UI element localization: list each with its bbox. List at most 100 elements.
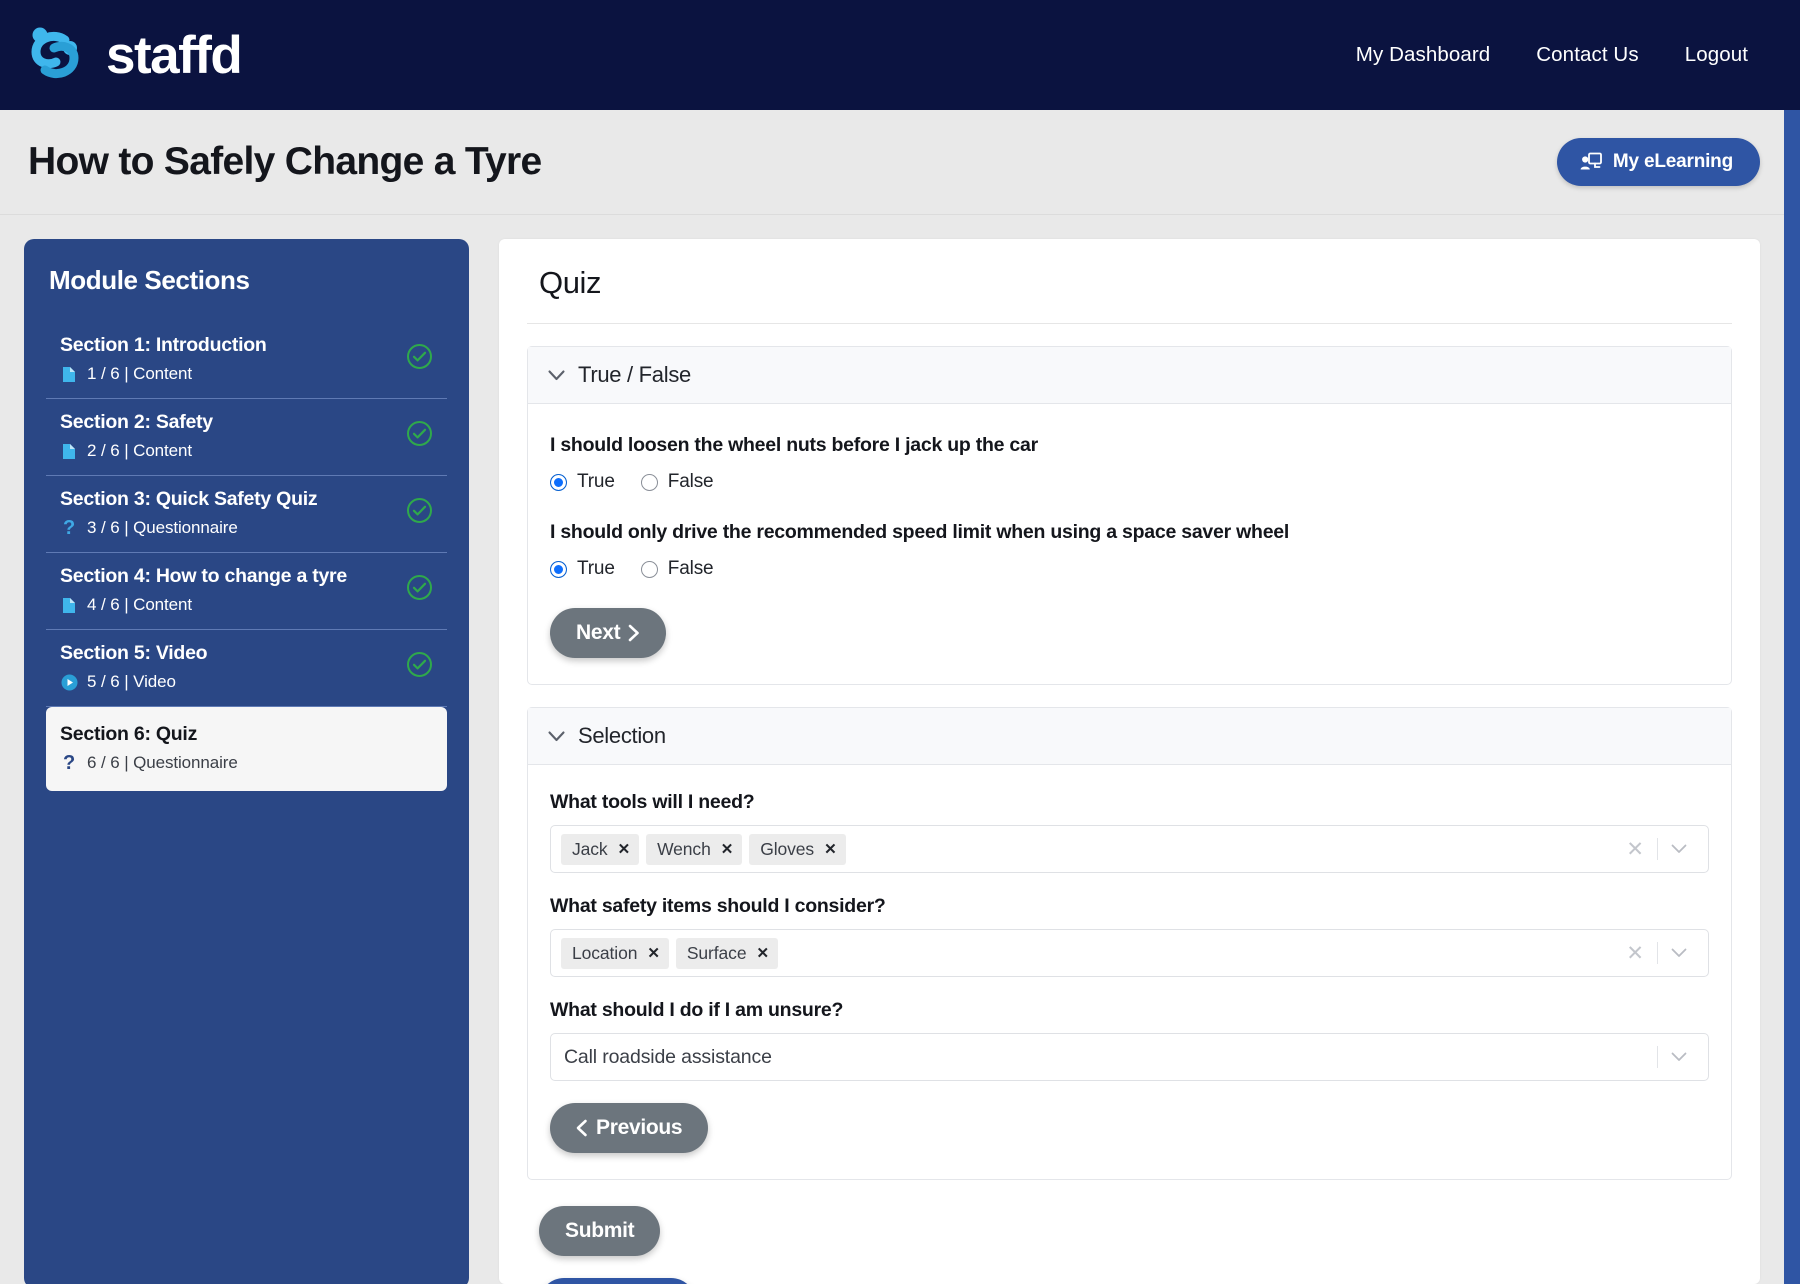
completed-check-icon — [406, 420, 433, 452]
footer-previous-button[interactable]: Previous — [539, 1278, 697, 1284]
tag-remove-icon[interactable]: ✕ — [618, 840, 631, 858]
page-scrollbar-thumb[interactable] — [1784, 110, 1800, 1284]
sidebar-item-section-6[interactable]: Section 6: Quiz ? 6 / 6 | Questionnaire — [46, 707, 447, 791]
sidebar-item-section-4[interactable]: Section 4: How to change a tyre 4 / 6 | … — [46, 553, 447, 630]
section-name: Section 3: Quick Safety Quiz — [60, 488, 318, 510]
nav-links: My Dashboard Contact Us Logout — [1356, 43, 1748, 67]
dropdown-chevron-icon[interactable] — [1658, 948, 1700, 958]
section-meta: ? 3 / 6 | Questionnaire — [60, 518, 317, 538]
selection-card-header[interactable]: Selection — [528, 708, 1731, 765]
question-1-radio-group: True False — [550, 471, 1709, 493]
tag-item[interactable]: Location ✕ — [561, 937, 669, 969]
tag-label: Gloves — [760, 838, 815, 859]
tools-selected-tags: Jack ✕ Wench ✕ Gloves ✕ — [561, 833, 1607, 865]
presentation-person-icon — [1580, 152, 1602, 172]
question-2-radio-group: True False — [550, 558, 1709, 580]
completed-check-icon — [406, 343, 433, 375]
select-controls: ✕ — [1613, 838, 1700, 860]
previous-row: Previous — [539, 1278, 1732, 1284]
document-icon — [60, 443, 78, 460]
brand-logo[interactable]: staffd — [18, 18, 243, 92]
tag-label: Surface — [686, 942, 747, 963]
dropdown-chevron-icon[interactable] — [1658, 1052, 1700, 1062]
my-elearning-label: My eLearning — [1612, 151, 1733, 172]
top-navigation-bar: staffd My Dashboard Contact Us Logout — [0, 0, 1800, 110]
nav-link-logout[interactable]: Logout — [1685, 43, 1748, 67]
radio-option-false[interactable]: False — [640, 471, 714, 493]
tag-remove-icon[interactable]: ✕ — [647, 944, 660, 962]
submit-button-label: Submit — [565, 1219, 635, 1242]
radio-false-indicator[interactable] — [640, 473, 658, 491]
chevron-right-icon — [628, 624, 640, 642]
sidebar-item-section-1[interactable]: Section 1: Introduction 1 / 6 | Content — [46, 322, 447, 399]
true-false-card-header[interactable]: True / False — [528, 347, 1731, 404]
section-name: Section 5: Video — [60, 642, 208, 664]
unsure-dropdown[interactable]: Call roadside assistance — [550, 1033, 1709, 1081]
sidebar-title: Module Sections — [49, 265, 250, 295]
tag-item[interactable]: Jack ✕ — [561, 833, 640, 865]
app-root: staffd My Dashboard Contact Us Logout Ho… — [0, 0, 1800, 1284]
tag-remove-icon[interactable]: ✕ — [756, 944, 769, 962]
nav-link-my-dashboard[interactable]: My Dashboard — [1356, 43, 1491, 67]
dropdown-chevron-icon[interactable] — [1658, 844, 1700, 854]
question-text: I should only drive the recommended spee… — [550, 521, 1290, 543]
submit-button[interactable]: Submit — [539, 1206, 661, 1256]
page-scrollbar-track[interactable] — [1784, 110, 1800, 1284]
tools-field-label: What tools will I need? — [550, 791, 755, 813]
section-name: Section 6: Quiz — [60, 723, 198, 745]
safety-field-label: What safety items should I consider? — [550, 895, 886, 917]
sidebar-item-section-3[interactable]: Section 3: Quick Safety Quiz ? 3 / 6 | Q… — [46, 476, 447, 553]
my-elearning-button[interactable]: My eLearning — [1556, 138, 1760, 186]
chevron-down-icon — [548, 369, 565, 381]
page-body: Module Sections Section 1: Introduction … — [0, 215, 1800, 1284]
chevron-left-icon — [576, 1119, 588, 1137]
clear-selection-icon[interactable]: ✕ — [1613, 839, 1657, 860]
tools-multiselect[interactable]: Jack ✕ Wench ✕ Gloves ✕ ✕ — [550, 825, 1709, 873]
tag-item[interactable]: Surface ✕ — [675, 937, 778, 969]
section-meta: 1 / 6 | Content — [60, 364, 267, 384]
next-button-label: Next — [576, 621, 621, 644]
brand-name: staffd — [106, 25, 243, 85]
document-icon — [60, 597, 78, 614]
radio-false-indicator[interactable] — [640, 560, 658, 578]
quiz-footer-actions: Submit Previous — [527, 1180, 1732, 1284]
section-meta-label: 6 / 6 | Questionnaire — [87, 753, 238, 772]
section-meta-label: 2 / 6 | Content — [87, 441, 192, 460]
panel-title: Quiz — [527, 263, 1732, 324]
tag-label: Jack — [572, 838, 608, 859]
chevron-down-icon — [548, 730, 565, 742]
completed-check-icon — [406, 651, 433, 683]
question-mark-icon: ? — [62, 752, 76, 774]
radio-true-indicator[interactable] — [550, 560, 567, 578]
question-text: I should loosen the wheel nuts before I … — [550, 434, 1038, 456]
tag-item[interactable]: Gloves ✕ — [749, 833, 846, 865]
selection-card-body: What tools will I need? Jack ✕ Wench ✕ G… — [528, 765, 1731, 1179]
section-meta: 2 / 6 | Content — [60, 441, 213, 461]
completed-check-icon — [406, 574, 433, 606]
tag-remove-icon[interactable]: ✕ — [824, 840, 837, 858]
section-meta: 5 / 6 | Video — [60, 672, 207, 692]
section-meta-label: 3 / 6 | Questionnaire — [87, 518, 238, 537]
safety-selected-tags: Location ✕ Surface ✕ — [561, 937, 1607, 969]
unsure-selected-value: Call roadside assistance — [564, 1045, 772, 1068]
radio-true-indicator[interactable] — [550, 473, 567, 491]
radio-option-true[interactable]: True — [550, 558, 615, 580]
section-meta: 4 / 6 | Content — [60, 595, 347, 615]
safety-items-multiselect[interactable]: Location ✕ Surface ✕ ✕ — [550, 929, 1709, 977]
tag-item[interactable]: Wench ✕ — [646, 833, 743, 865]
radio-false-label: False — [667, 558, 714, 579]
play-circle-icon — [60, 674, 78, 691]
section-name: Section 2: Safety — [60, 411, 213, 433]
clear-selection-icon[interactable]: ✕ — [1613, 943, 1657, 964]
sidebar-item-section-2[interactable]: Section 2: Safety 2 / 6 | Content — [46, 399, 447, 476]
tag-remove-icon[interactable]: ✕ — [721, 840, 734, 858]
radio-false-label: False — [667, 471, 714, 492]
submit-row: Submit — [539, 1206, 1732, 1278]
next-button[interactable]: Next — [550, 608, 667, 658]
radio-option-true[interactable]: True — [550, 471, 615, 493]
sidebar-item-section-5[interactable]: Section 5: Video 5 / 6 | Video — [46, 630, 447, 707]
selection-previous-button[interactable]: Previous — [550, 1103, 709, 1153]
nav-link-contact-us[interactable]: Contact Us — [1536, 43, 1638, 67]
radio-option-false[interactable]: False — [640, 558, 714, 580]
radio-true-label: True — [577, 558, 615, 579]
